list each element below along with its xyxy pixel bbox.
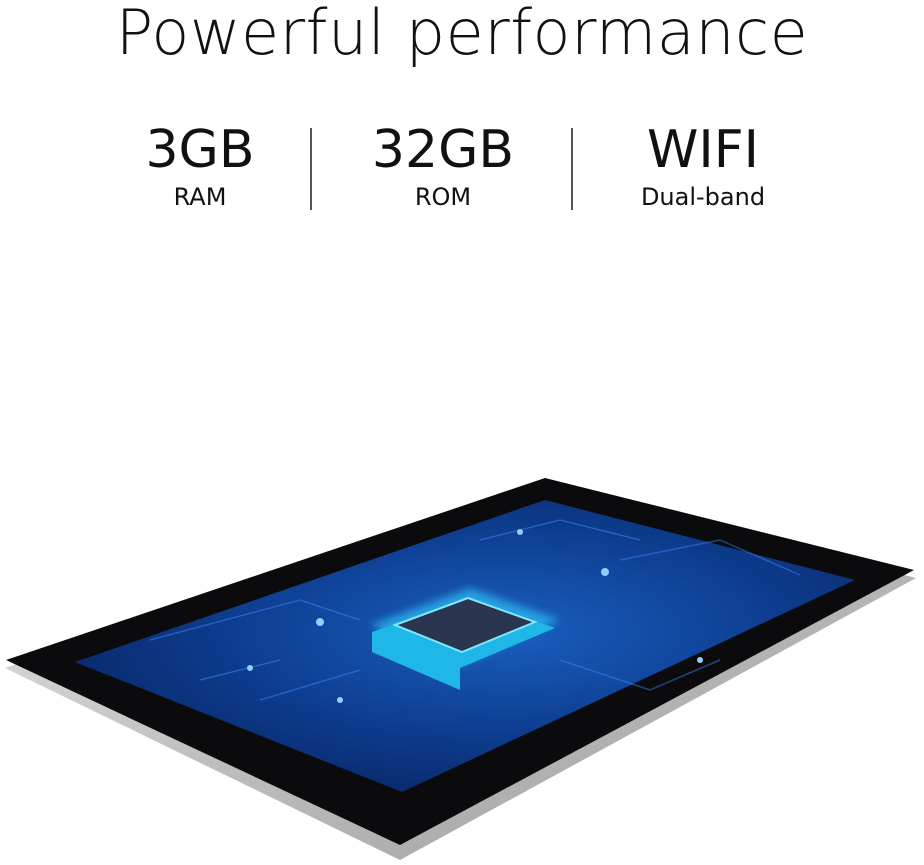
tablet-illustration [5,295,916,860]
